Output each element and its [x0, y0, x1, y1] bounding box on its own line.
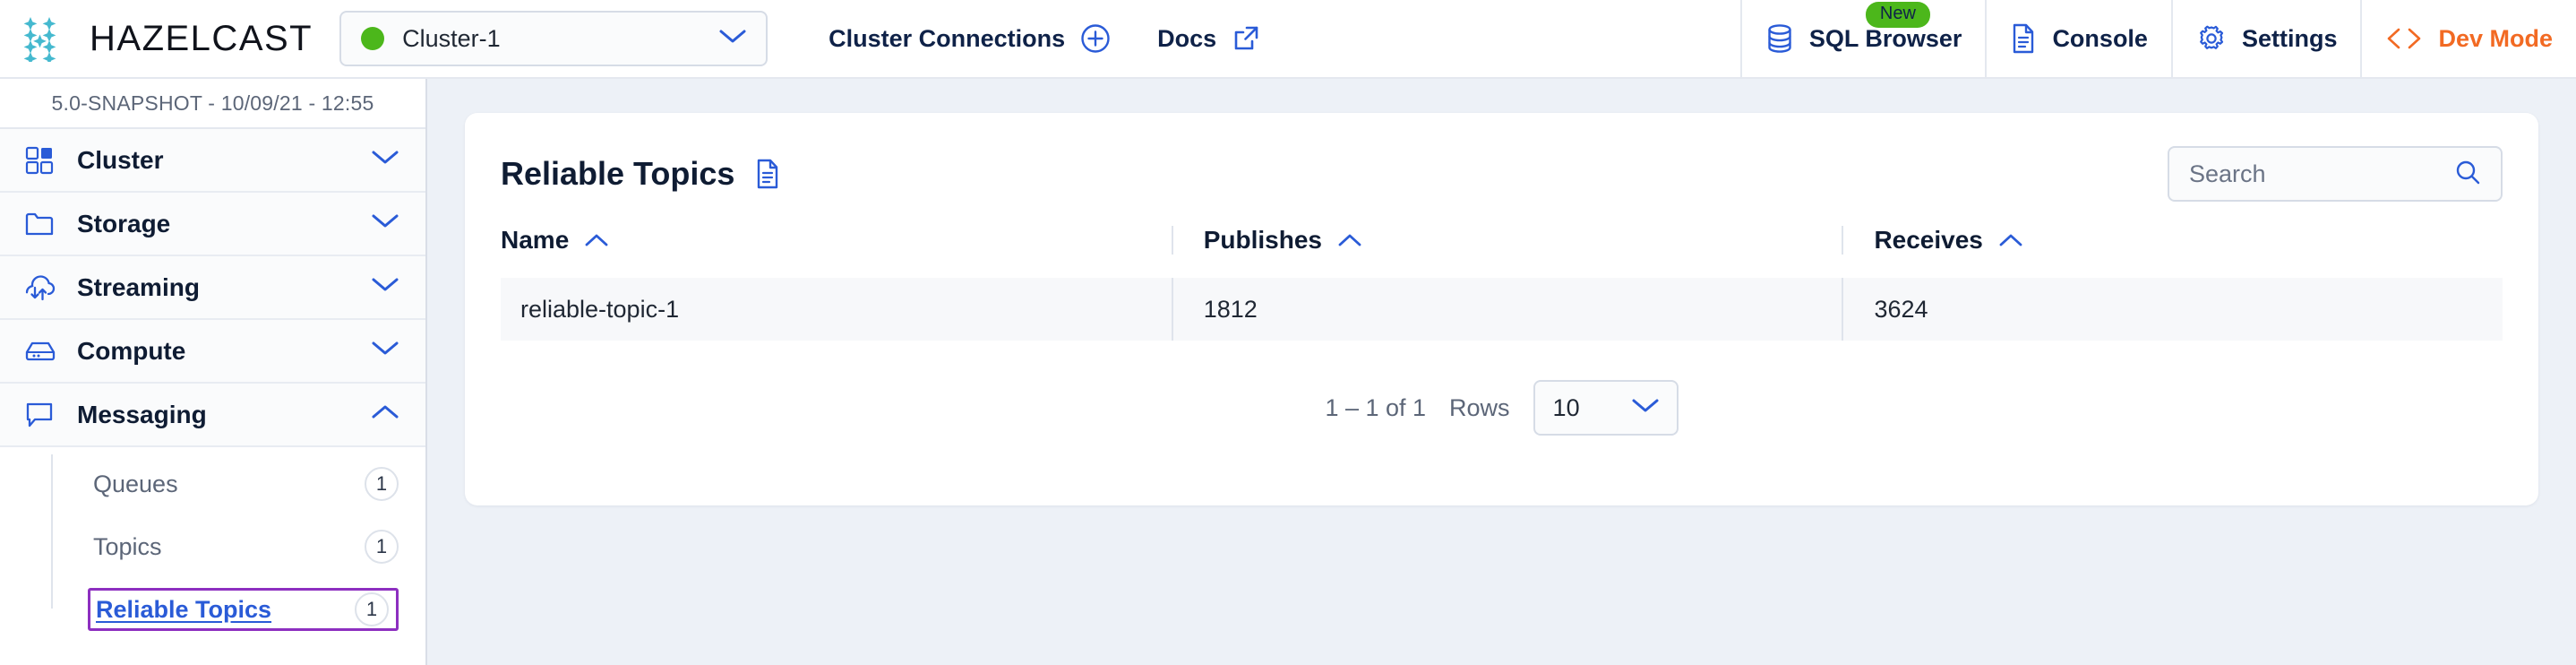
queues-count-badge: 1 [365, 467, 399, 501]
brand-logo-area[interactable]: HAZELCAST [0, 0, 339, 77]
table-body: reliable-topic-1 1812 3624 [501, 278, 2503, 341]
cell-receives-value: 3624 [1874, 295, 1928, 323]
speech-bubble-icon [25, 402, 57, 428]
page-title: Reliable Topics [501, 155, 735, 192]
pagination: 1 – 1 of 1 Rows 10 [501, 341, 2503, 436]
code-brackets-icon [2385, 27, 2423, 50]
sidebar-section-streaming[interactable]: Streaming [0, 256, 425, 320]
column-header-name[interactable]: Name [501, 226, 1172, 278]
sidebar-section-messaging[interactable]: Messaging [0, 384, 425, 447]
chevron-up-icon[interactable] [1338, 233, 1361, 247]
cluster-selector[interactable]: Cluster-1 [339, 11, 769, 66]
document-lines-icon [2010, 23, 2037, 54]
column-header-receives-label: Receives [1874, 226, 1983, 254]
table-header: Name Publishes Receives [501, 226, 2503, 278]
nav-console[interactable]: Console [1987, 0, 2171, 77]
cloud-arrows-icon [25, 274, 57, 301]
sidebar-section-compute-label: Compute [77, 336, 186, 365]
sidebar-section-storage-label: Storage [77, 209, 171, 238]
reliable-topics-table: Name Publishes Receives reliable-topic-1… [501, 226, 2503, 341]
rows-per-page-select[interactable]: 10 [1533, 380, 1679, 436]
document-lines-icon[interactable] [754, 159, 781, 189]
hazelcast-sparkle-logo-icon [23, 15, 75, 65]
green-status-dot-icon [361, 27, 385, 50]
pagination-range: 1 – 1 of 1 [1325, 393, 1427, 421]
topics-count-badge: 1 [365, 530, 399, 564]
chevron-up-icon[interactable] [585, 233, 608, 247]
cell-publishes-value: 1812 [1203, 295, 1258, 323]
table-header-row: Name Publishes Receives [501, 226, 2503, 278]
cell-name-value: reliable-topic-1 [520, 295, 680, 323]
nav-docs-label: Docs [1157, 24, 1217, 52]
new-badge: New [1865, 2, 1930, 28]
search-box[interactable] [2168, 146, 2503, 202]
sidebar-item-reliable-topics[interactable]: Reliable Topics 1 [0, 578, 425, 641]
folder-icon [25, 211, 57, 238]
nav-sql-browser[interactable]: SQL Browser New [1742, 0, 1986, 77]
chevron-down-icon[interactable] [372, 213, 399, 234]
chevron-down-icon [719, 29, 746, 49]
sidebar-section-storage[interactable]: Storage [0, 193, 425, 256]
reliable-topics-card: Reliable Topics Search Name Publishes Re… [465, 113, 2538, 505]
sidebar-item-topics[interactable]: Topics 1 [0, 515, 425, 578]
sidebar-section-messaging-label: Messaging [77, 400, 207, 428]
plus-circle-icon [1080, 23, 1111, 54]
external-link-icon [1232, 24, 1260, 53]
database-icon [1765, 23, 1794, 54]
sidebar-section-cluster-label: Cluster [77, 145, 164, 174]
column-header-receives[interactable]: Receives [1842, 226, 2503, 278]
gear-icon [2196, 23, 2227, 54]
chevron-down-icon[interactable] [372, 341, 399, 361]
cell-publishes: 1812 [1171, 278, 1842, 341]
nav-settings[interactable]: Settings [2173, 0, 2361, 77]
top-navigation-bar: HAZELCAST Cluster-1 Cluster Connections … [0, 0, 2576, 79]
sidebar-section-cluster[interactable]: Cluster [0, 129, 425, 193]
card-header: Reliable Topics [501, 113, 2503, 226]
sidebar: 5.0-SNAPSHOT - 10/09/21 - 12:55 Cluster [0, 79, 427, 665]
main-content: Reliable Topics Search Name Publishes Re… [427, 79, 2576, 665]
column-header-publishes-label: Publishes [1203, 226, 1322, 254]
chevron-up-icon[interactable] [372, 404, 399, 425]
brand-name: HAZELCAST [90, 18, 313, 58]
sidebar-section-streaming-label: Streaming [77, 272, 200, 301]
focus-highlight-box: Reliable Topics 1 [88, 588, 399, 631]
app-body: 5.0-SNAPSHOT - 10/09/21 - 12:55 Cluster [0, 79, 2576, 665]
table-row[interactable]: reliable-topic-1 1812 3624 [501, 278, 2503, 341]
hazelcast-management-center: HAZELCAST Cluster-1 Cluster Connections … [0, 0, 2576, 665]
nav-dev-mode[interactable]: Dev Mode [2362, 0, 2576, 77]
column-header-name-label: Name [501, 226, 570, 254]
rows-per-page-label: Rows [1449, 393, 1510, 421]
nav-cluster-connections[interactable]: Cluster Connections [805, 0, 1134, 77]
server-icon [25, 340, 57, 363]
cell-receives: 3624 [1842, 278, 2503, 341]
search-icon[interactable] [2454, 159, 2481, 190]
column-header-publishes[interactable]: Publishes [1171, 226, 1842, 278]
version-label: 5.0-SNAPSHOT - 10/09/21 - 12:55 [0, 79, 425, 129]
sidebar-item-queues-label: Queues [93, 470, 178, 497]
messaging-subitems: Queues 1 Topics 1 Reliable Topics 1 [0, 447, 425, 641]
nav-settings-label: Settings [2241, 24, 2338, 52]
nav-dev-mode-label: Dev Mode [2438, 24, 2553, 52]
reliable-topics-count-badge: 1 [355, 592, 389, 626]
nav-console-label: Console [2052, 24, 2148, 52]
cell-name: reliable-topic-1 [501, 278, 1172, 341]
chevron-up-icon[interactable] [1999, 233, 2022, 247]
sidebar-item-reliable-topics-label: Reliable Topics [96, 595, 272, 623]
grid-squares-icon [25, 146, 57, 175]
rows-per-page-value: 10 [1552, 393, 1580, 421]
nav-docs[interactable]: Docs [1134, 0, 1284, 77]
cluster-name-label: Cluster-1 [402, 24, 501, 52]
search-input[interactable] [2189, 160, 2454, 188]
chevron-down-icon[interactable] [372, 150, 399, 170]
nav-sql-browser-label: SQL Browser [1808, 24, 1962, 52]
top-nav-right-group: SQL Browser New Console Settings Dev Mod… [1739, 0, 2576, 77]
sidebar-item-queues[interactable]: Queues 1 [0, 453, 425, 515]
chevron-down-icon [1632, 398, 1659, 419]
nav-cluster-connections-label: Cluster Connections [829, 24, 1066, 52]
sidebar-section-compute[interactable]: Compute [0, 320, 425, 384]
sidebar-item-topics-label: Topics [93, 532, 162, 560]
chevron-down-icon[interactable] [372, 277, 399, 298]
